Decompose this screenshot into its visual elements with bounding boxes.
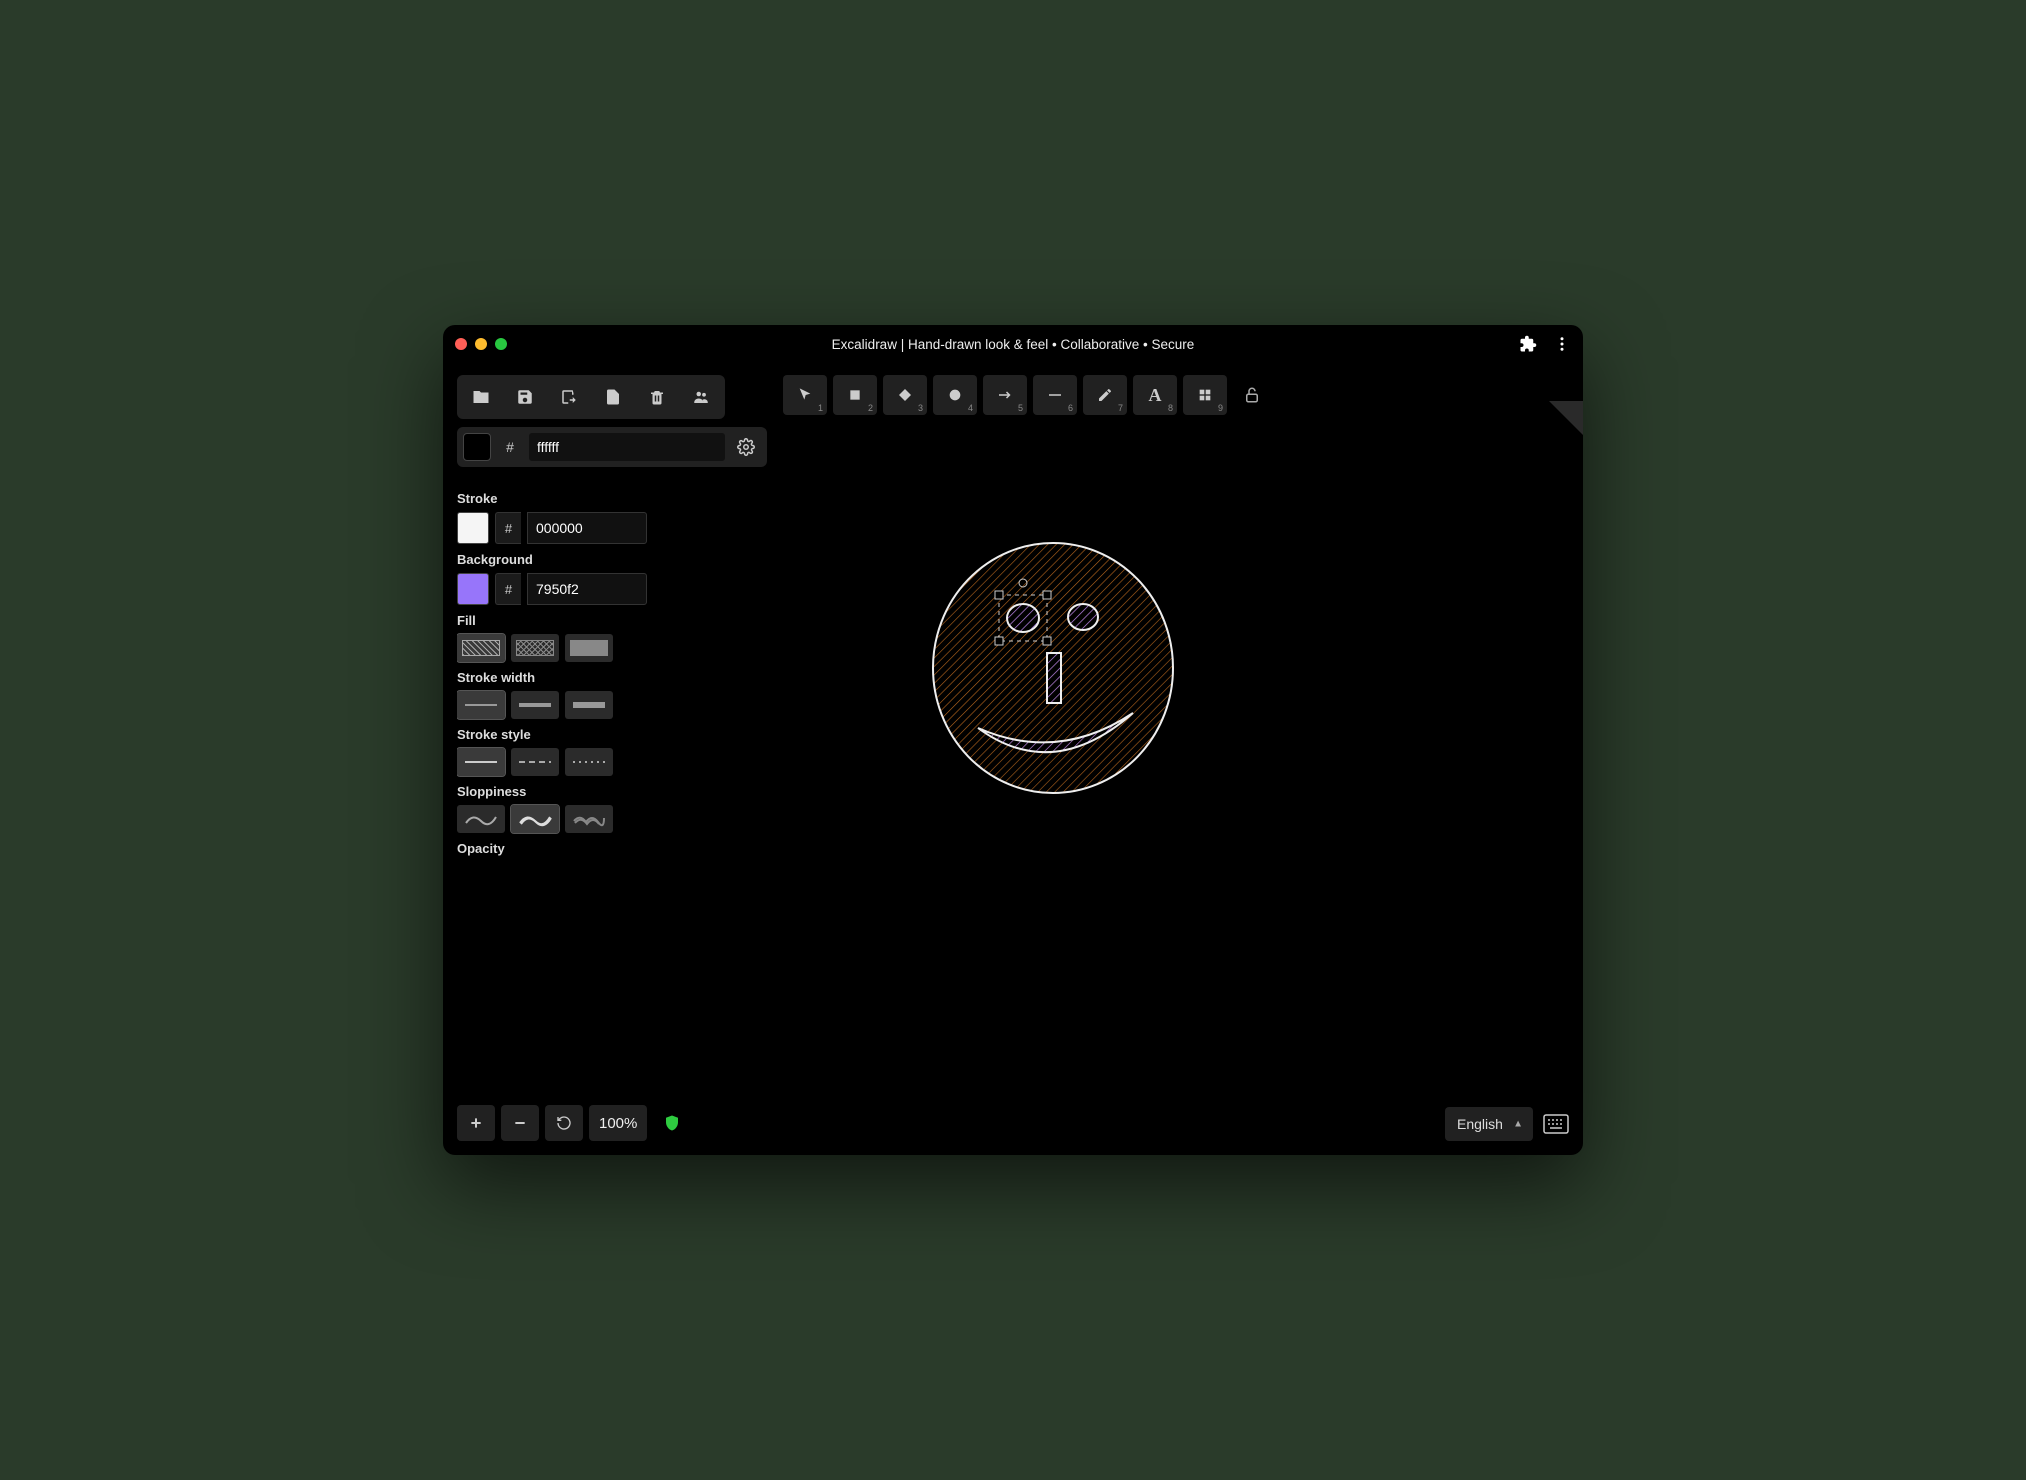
sloppiness-cartoonist[interactable] [565, 805, 613, 833]
tool-selection[interactable]: 1 [783, 375, 827, 415]
tool-rectangle[interactable]: 2 [833, 375, 877, 415]
stroke-width-medium[interactable] [511, 691, 559, 719]
sloppiness-label: Sloppiness [457, 784, 763, 799]
keyboard-shortcuts-icon[interactable] [1543, 1114, 1569, 1134]
open-button[interactable] [461, 379, 501, 415]
background-label: Background [457, 552, 763, 567]
save-button[interactable] [505, 379, 545, 415]
stroke-label: Stroke [457, 491, 763, 506]
stroke-width-thick[interactable] [565, 691, 613, 719]
app-window: Excalidraw | Hand-drawn look & feel • Co… [443, 325, 1583, 1155]
language-select[interactable]: English [1445, 1107, 1533, 1141]
sloppiness-architect[interactable] [457, 805, 505, 833]
window-title: Excalidraw | Hand-drawn look & feel • Co… [443, 337, 1583, 352]
settings-icon[interactable] [731, 438, 761, 456]
stroke-width-label: Stroke width [457, 670, 763, 685]
app-surface: # 1 2 3 4 5 [443, 363, 1583, 1155]
tool-arrow[interactable]: 5 [983, 375, 1027, 415]
file-toolbar [457, 375, 725, 419]
stroke-style-label: Stroke style [457, 727, 763, 742]
stroke-width-thin[interactable] [457, 691, 505, 719]
zoom-reset-button[interactable] [545, 1105, 583, 1141]
extensions-icon[interactable] [1519, 335, 1537, 353]
footer-left: 100% [457, 1105, 681, 1141]
background-color-input[interactable] [527, 573, 647, 605]
sloppiness-artist[interactable] [511, 805, 559, 833]
canvas-color-swatch[interactable] [463, 433, 491, 461]
github-corner[interactable] [1549, 401, 1583, 435]
fill-label: Fill [457, 613, 763, 628]
fill-crosshatch[interactable] [511, 634, 559, 662]
footer-right: English ▲ [1445, 1107, 1569, 1141]
clear-canvas-button[interactable] [637, 379, 677, 415]
collaborate-button[interactable] [681, 379, 721, 415]
close-window-button[interactable] [455, 338, 467, 350]
stroke-color-swatch[interactable] [457, 512, 489, 544]
minimize-window-button[interactable] [475, 338, 487, 350]
zoom-out-button[interactable] [501, 1105, 539, 1141]
export-button[interactable] [593, 379, 633, 415]
canvas-drawing[interactable] [923, 533, 1183, 803]
browser-menu-icon[interactable] [1553, 335, 1571, 353]
save-as-button[interactable] [549, 379, 589, 415]
hash-label: # [497, 439, 523, 455]
titlebar: Excalidraw | Hand-drawn look & feel • Co… [443, 325, 1583, 363]
tool-library[interactable]: 9 [1183, 375, 1227, 415]
canvas-background-row: # [457, 427, 767, 467]
opacity-label: Opacity [457, 841, 763, 856]
lock-icon[interactable] [1243, 386, 1261, 404]
properties-panel[interactable]: Stroke # Background # Fill Stroke width [457, 483, 767, 953]
stroke-color-input[interactable] [527, 512, 647, 544]
maximize-window-button[interactable] [495, 338, 507, 350]
shape-toolbar: 1 2 3 4 5 6 7 A 8 [783, 375, 1261, 415]
tool-draw[interactable]: 7 [1083, 375, 1127, 415]
stroke-style-dashed[interactable] [511, 748, 559, 776]
traffic-lights [455, 338, 507, 350]
tool-line[interactable]: 6 [1033, 375, 1077, 415]
zoom-in-button[interactable] [457, 1105, 495, 1141]
stroke-style-solid[interactable] [457, 748, 505, 776]
tool-diamond[interactable]: 3 [883, 375, 927, 415]
background-color-swatch[interactable] [457, 573, 489, 605]
zoom-value[interactable]: 100% [589, 1105, 647, 1141]
canvas-color-input[interactable] [529, 433, 725, 461]
tool-text[interactable]: A 8 [1133, 375, 1177, 415]
tool-ellipse[interactable]: 4 [933, 375, 977, 415]
fill-hachure[interactable] [457, 634, 505, 662]
fill-solid[interactable] [565, 634, 613, 662]
stroke-style-dotted[interactable] [565, 748, 613, 776]
encryption-shield-icon[interactable] [663, 1114, 681, 1132]
